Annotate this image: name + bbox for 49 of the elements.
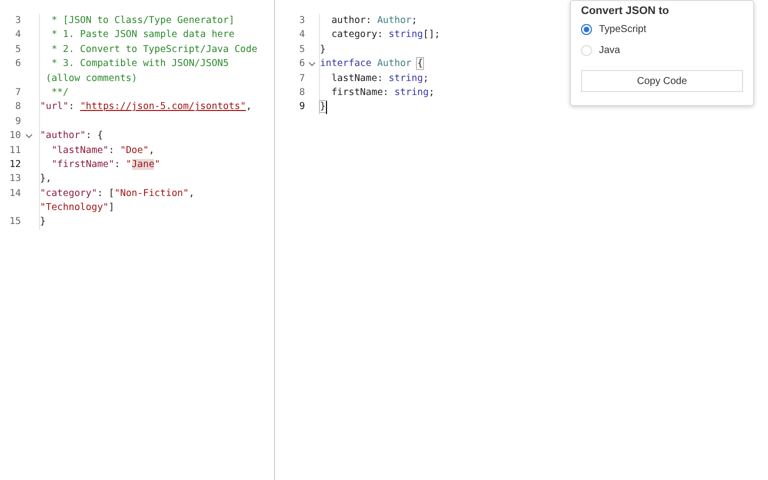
code-line: * 3. Compatible with JSON/JSON5 [50,57,229,72]
line-number: 12 [8,158,21,172]
code-line: "lastName": "Doe", [50,144,154,158]
line-number: 3 [14,14,21,28]
code-line: **/ [50,86,69,100]
option-label[interactable]: Java [599,45,620,56]
code-line: firstName: string; [330,86,434,100]
code-line: lastName: string; [330,72,429,86]
code-line: "url": "https://json-5.com/jsontots", [40,100,252,114]
code-line: } [40,215,46,230]
code-line: interface Author { [320,57,423,72]
text-cursor [326,101,328,114]
line-number: 7 [298,72,305,86]
code-line: } [320,42,326,57]
line-number: 11 [8,144,21,158]
line-number: 6 [298,57,305,72]
line-number: 4 [14,28,21,42]
code-line: * 2. Convert to TypeScript/Java Code [50,42,258,57]
line-number: 5 [298,42,305,57]
line-number: 8 [298,86,305,100]
line-number: 8 [14,100,21,114]
line-number: 14 [8,186,21,201]
code-line: "Technology"] [40,201,114,216]
code-line: "category": ["Non-Fiction", [40,186,194,201]
line-number: 4 [298,28,305,42]
line-number: 9 [14,114,21,129]
line-number: 6 [14,57,21,72]
line-number: 9 [298,100,305,114]
chevron-down-icon[interactable] [24,132,32,140]
radio-button[interactable] [581,24,592,35]
line-number: 3 [298,14,305,28]
line-number: 7 [14,86,21,100]
code-line: (allow comments) [44,72,138,86]
code-line: } [320,100,326,114]
code-line: * 1. Paste JSON sample data here [50,28,234,42]
line-number: 5 [14,42,21,57]
code-line: * [JSON to Class/Type Generator] [50,14,234,28]
copy-code-button[interactable]: Copy Code [581,70,743,92]
panel-title: Convert JSON to [581,4,670,19]
code-line: category: string[]; [330,28,440,42]
option-label[interactable]: TypeScript [599,24,646,35]
line-number: 10 [8,129,21,144]
chevron-down-icon[interactable] [308,60,316,68]
code-line: author: Author; [330,14,418,28]
line-number: 15 [8,215,21,230]
code-line: }, [40,172,52,186]
line-number: 13 [8,172,21,186]
code-line: "firstName": "Jane" [50,158,160,172]
code-line: "author": { [40,129,103,144]
